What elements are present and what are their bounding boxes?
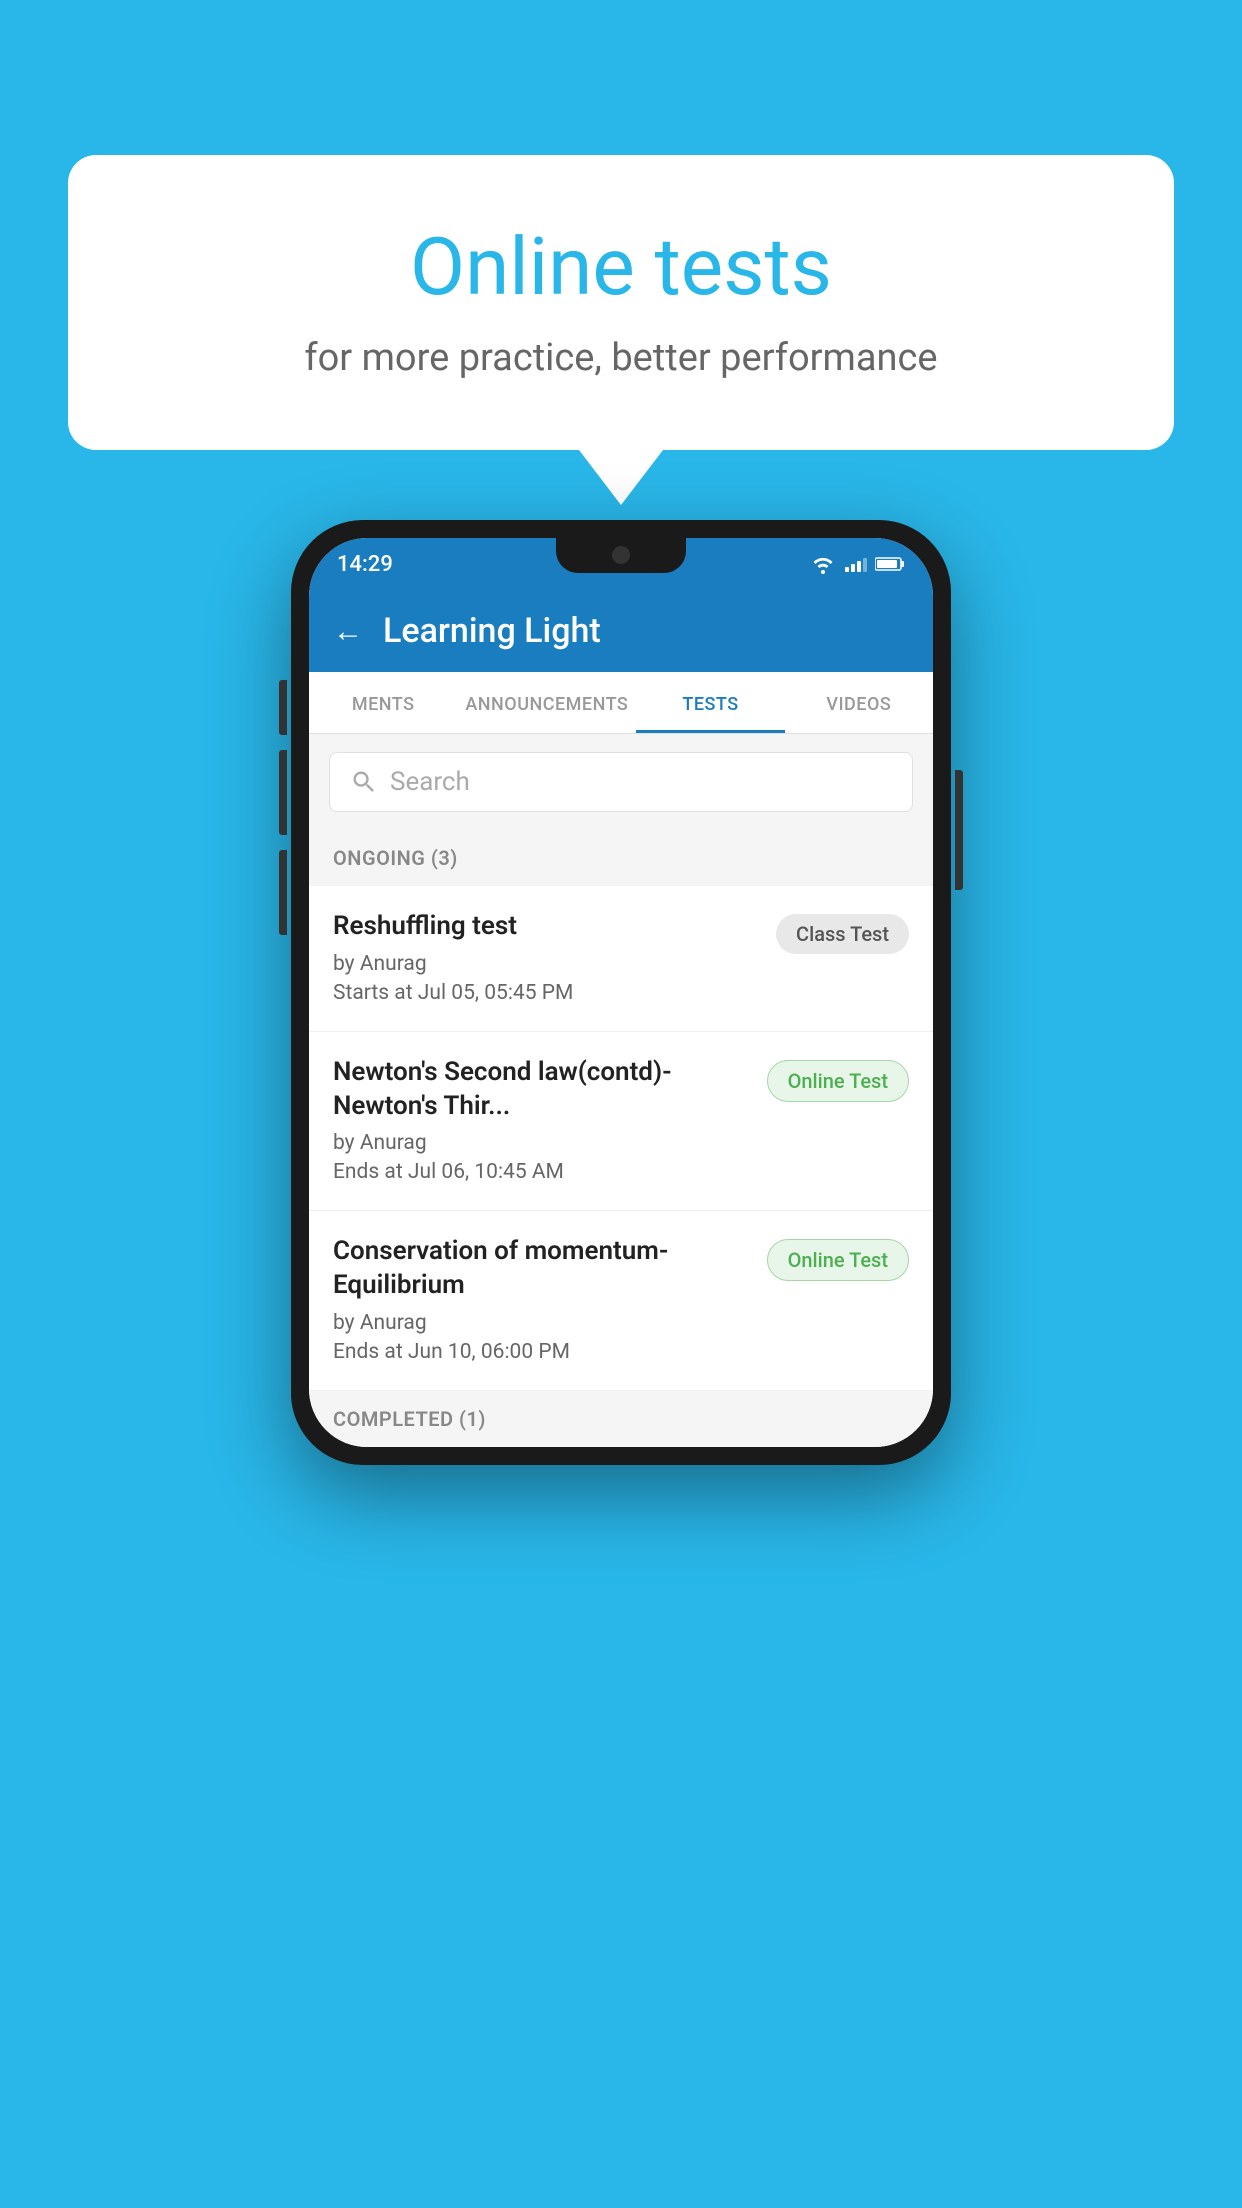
camera-dot: [612, 546, 630, 564]
phone-frame: 14:29: [291, 520, 951, 1465]
test-info-2: Newton's Second law(contd)-Newton's Thir…: [333, 1056, 767, 1185]
test-badge-3: Online Test: [767, 1239, 909, 1281]
status-time: 14:29: [337, 552, 393, 577]
search-input[interactable]: Search: [390, 767, 470, 797]
test-date-2: Ends at Jul 06, 10:45 AM: [333, 1160, 751, 1184]
test-name-1: Reshuffling test: [333, 910, 760, 944]
phone-button-power: [955, 770, 963, 890]
status-icons: [809, 554, 905, 574]
app-title: Learning Light: [383, 611, 601, 651]
speech-bubble-title: Online tests: [148, 220, 1094, 314]
test-by-2: by Anurag: [333, 1131, 751, 1155]
phone-button-left: [279, 680, 287, 735]
search-bar: Search: [309, 734, 933, 830]
ongoing-section-header: ONGOING (3): [309, 830, 933, 886]
phone-button-volume-up: [279, 750, 287, 835]
tab-videos[interactable]: VIDEOS: [785, 672, 933, 733]
battery-icon: [875, 556, 905, 572]
test-info-1: Reshuffling test by Anurag Starts at Jul…: [333, 910, 776, 1005]
test-badge-2: Online Test: [767, 1060, 909, 1102]
tab-announcements[interactable]: ANNOUNCEMENTS: [457, 672, 636, 733]
test-name-2: Newton's Second law(contd)-Newton's Thir…: [333, 1056, 751, 1124]
test-name-3: Conservation of momentum-Equilibrium: [333, 1235, 751, 1303]
back-button[interactable]: ←: [333, 614, 363, 649]
test-item-1[interactable]: Reshuffling test by Anurag Starts at Jul…: [309, 886, 933, 1032]
phone-button-volume-down: [279, 850, 287, 935]
phone-notch: [556, 538, 686, 573]
tab-tests[interactable]: TESTS: [636, 672, 784, 733]
test-date-3: Ends at Jun 10, 06:00 PM: [333, 1340, 751, 1364]
test-by-3: by Anurag: [333, 1311, 751, 1335]
phone-screen: 14:29: [309, 538, 933, 1447]
search-input-wrapper[interactable]: Search: [329, 752, 913, 812]
signal-bars-icon: [845, 556, 867, 572]
test-item-2[interactable]: Newton's Second law(contd)-Newton's Thir…: [309, 1032, 933, 1212]
speech-bubble-container: Online tests for more practice, better p…: [68, 155, 1174, 505]
test-badge-1: Class Test: [776, 914, 909, 954]
speech-bubble-subtitle: for more practice, better performance: [148, 336, 1094, 380]
speech-bubble-arrow: [579, 450, 663, 505]
speech-bubble: Online tests for more practice, better p…: [68, 155, 1174, 450]
test-info-3: Conservation of momentum-Equilibrium by …: [333, 1235, 767, 1364]
phone-container: 14:29: [291, 520, 951, 1465]
tabs-container: MENTS ANNOUNCEMENTS TESTS VIDEOS: [309, 672, 933, 734]
tab-ments[interactable]: MENTS: [309, 672, 457, 733]
app-header: ← Learning Light: [309, 590, 933, 672]
wifi-icon: [809, 554, 837, 574]
search-icon: [350, 768, 378, 796]
completed-section-header: COMPLETED (1): [309, 1391, 933, 1447]
test-by-1: by Anurag: [333, 952, 760, 976]
test-item-3[interactable]: Conservation of momentum-Equilibrium by …: [309, 1211, 933, 1391]
test-date-1: Starts at Jul 05, 05:45 PM: [333, 981, 760, 1005]
